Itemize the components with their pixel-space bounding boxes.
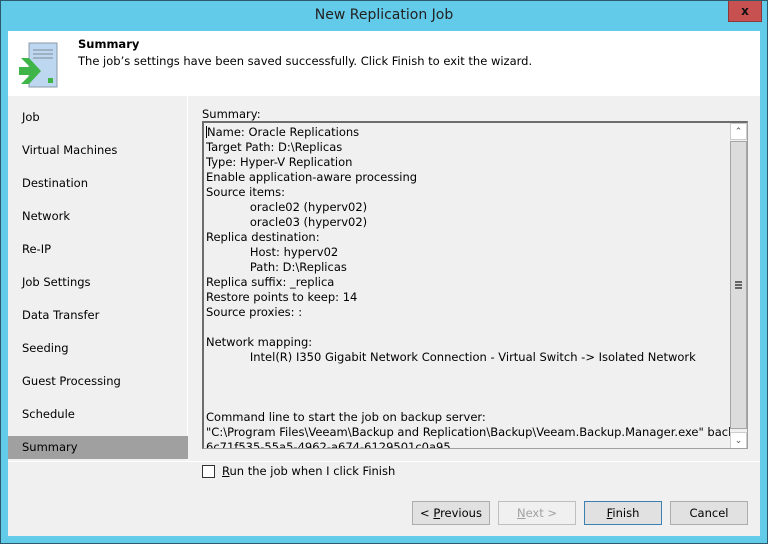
summary-line xyxy=(206,320,728,335)
summary-line: Path: D:\Replicas xyxy=(206,260,347,274)
sidebar-step-summary[interactable]: Summary xyxy=(8,436,188,459)
sidebar-step-network[interactable]: Network xyxy=(8,205,188,228)
wizard-client-area: Summary The job’s settings have been sav… xyxy=(8,31,760,536)
scroll-thumb[interactable] xyxy=(730,141,747,429)
summary-line: "C:\Program Files\Veeam\Backup and Repli… xyxy=(206,425,748,439)
header-description: The job’s settings have been saved succe… xyxy=(78,54,533,68)
cancel-button[interactable]: Cancel xyxy=(670,501,748,525)
close-icon: x xyxy=(741,4,749,18)
chevron-down-icon: ⌄ xyxy=(734,435,743,446)
scroll-down-button[interactable]: ⌄ xyxy=(730,432,747,448)
summary-line: Enable application-aware processing xyxy=(206,170,418,184)
footer-divider xyxy=(8,461,760,462)
summary-panel: Summary: Name: Oracle Replications Target… xyxy=(189,96,760,478)
run-job-checkbox-row[interactable]: Run the job when I click Finish xyxy=(202,464,395,478)
summary-line: 6c71f535-55a5-4962-a674-6129501c0a95 xyxy=(206,440,451,449)
summary-line xyxy=(206,365,728,380)
summary-line: Source items: xyxy=(206,185,286,199)
close-button[interactable]: x xyxy=(728,1,762,22)
summary-line: Target Path: D:\Replicas xyxy=(206,140,343,154)
summary-textarea[interactable]: Name: Oracle Replications Target Path: D:… xyxy=(202,121,748,449)
summary-line: Network mapping: xyxy=(206,335,313,349)
chevron-up-icon: ⌃ xyxy=(734,126,743,137)
previous-button[interactable]: < Previous xyxy=(412,501,490,525)
scroll-up-button[interactable]: ⌃ xyxy=(730,123,747,140)
sidebar-step-guest-processing[interactable]: Guest Processing xyxy=(8,370,188,393)
finish-button[interactable]: Finish xyxy=(584,501,662,525)
summary-line: Source proxies: : xyxy=(206,305,303,319)
sidebar-step-job-settings[interactable]: Job Settings xyxy=(8,271,188,294)
sidebar-step-virtual-machines[interactable]: Virtual Machines xyxy=(8,139,188,162)
wizard-document-arrow-icon xyxy=(19,42,58,88)
summary-line: Name: Oracle Replications xyxy=(206,125,360,139)
summary-line: Restore points to keep: 14 xyxy=(206,290,358,304)
sidebar-step-schedule[interactable]: Schedule xyxy=(8,403,188,426)
summary-line: oracle03 (hyperv02) xyxy=(206,215,368,229)
grip-icon xyxy=(735,281,742,289)
run-job-checkbox[interactable] xyxy=(202,464,215,478)
sidebar-step-destination[interactable]: Destination xyxy=(8,172,188,195)
summary-line xyxy=(206,380,728,395)
summary-text: Name: Oracle Replications Target Path: D:… xyxy=(206,125,748,449)
next-button[interactable]: Next > xyxy=(498,501,576,525)
summary-line: Host: hyperv02 xyxy=(206,245,339,259)
summary-label: Summary: xyxy=(202,107,261,121)
sidebar-step-seeding[interactable]: Seeding xyxy=(8,337,188,360)
summary-line: Replica destination: xyxy=(206,230,320,244)
sidebar-step-job[interactable]: Job xyxy=(8,106,188,129)
window-title: New Replication Job xyxy=(314,7,454,23)
summary-line: Intel(R) I350 Gigabit Network Connection… xyxy=(206,350,696,364)
summary-line: Command line to start the job on backup … xyxy=(206,410,486,424)
summary-line xyxy=(206,395,728,410)
summary-line: oracle02 (hyperv02) xyxy=(206,200,368,214)
summary-line: Replica suffix: _replica xyxy=(206,275,335,289)
title-bar[interactable]: New Replication Job x xyxy=(1,1,767,31)
wizard-steps-sidebar: Job Virtual Machines Destination Network Re-… xyxy=(8,96,188,461)
sidebar-step-data-transfer[interactable]: Data Transfer xyxy=(8,304,188,327)
sidebar-step-re-ip[interactable]: Re-IP xyxy=(8,238,188,261)
wizard-window: New Replication Job x Summary The job’s … xyxy=(0,0,768,544)
vertical-scrollbar[interactable]: ⌃ ⌄ xyxy=(730,123,747,448)
wizard-header: Summary The job’s settings have been sav… xyxy=(8,31,760,96)
summary-line: Type: Hyper-V Replication xyxy=(206,155,353,169)
run-job-label: Run the job when I click Finish xyxy=(222,464,396,478)
header-title: Summary xyxy=(78,37,140,51)
